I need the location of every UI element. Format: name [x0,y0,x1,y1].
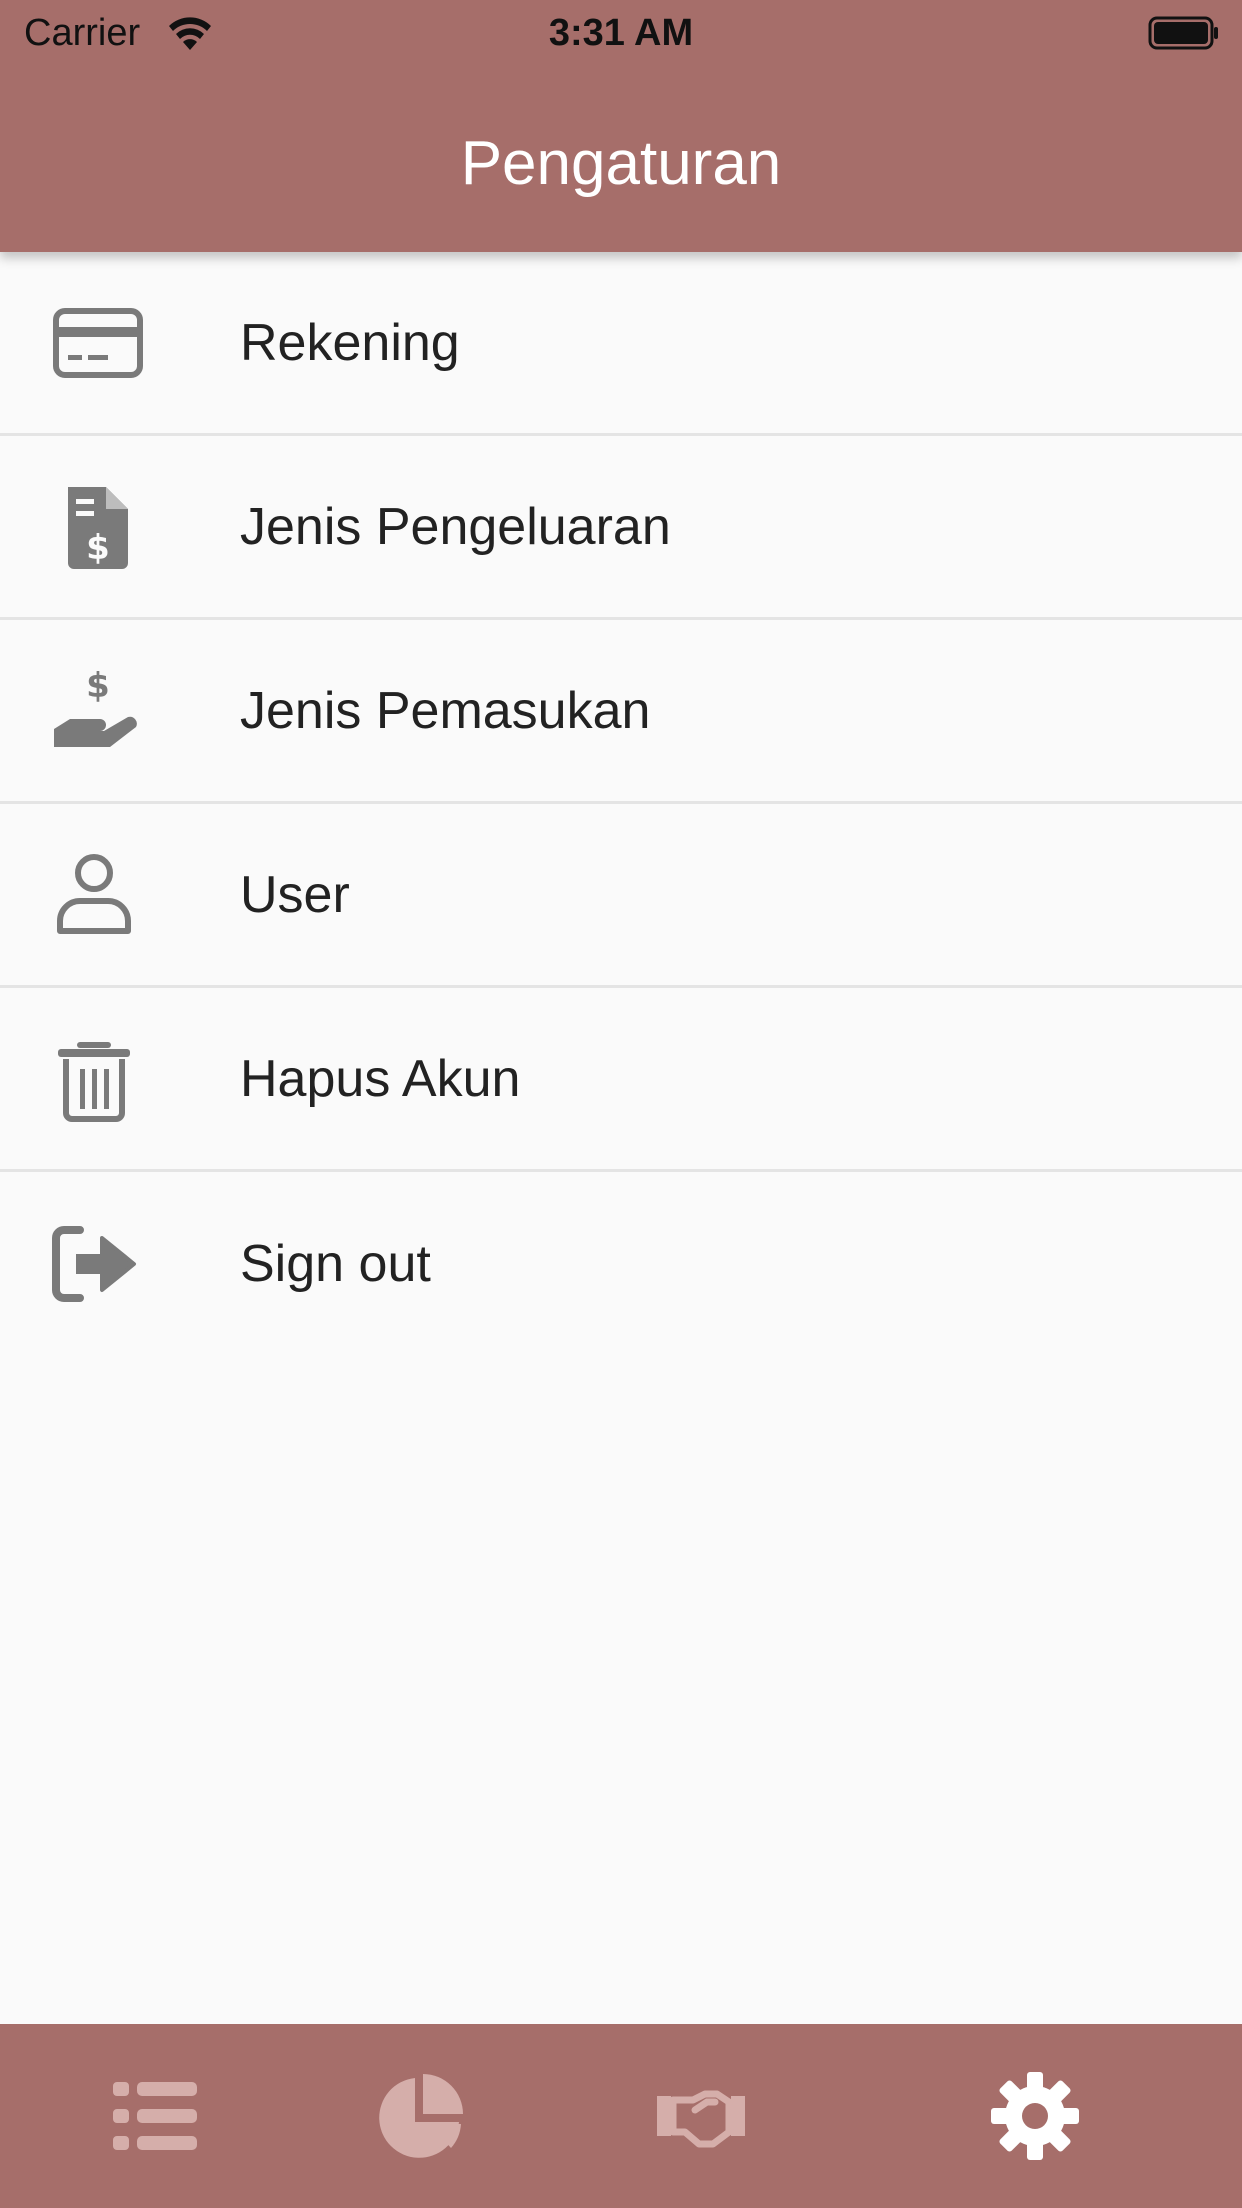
battery-icon [1148,16,1218,50]
menu-item-user[interactable]: User [0,804,1242,988]
app-header: Carrier 3:31 AM Pengaturan [0,0,1242,252]
menu-item-label: Rekening [240,313,460,372]
trash-icon [50,1031,146,1127]
menu-item-label: Hapus Akun [240,1049,521,1108]
tab-list[interactable] [0,2024,310,2208]
list-icon [113,2082,197,2150]
status-bar: Carrier 3:31 AM [0,0,1242,68]
bottom-tab-bar [0,2024,1242,2208]
menu-item-hapus-akun[interactable]: Hapus Akun [0,988,1242,1172]
tab-deals[interactable] [546,2024,856,2208]
status-time: 3:31 AM [548,12,694,54]
tab-settings[interactable] [880,2024,1190,2208]
settings-menu: Rekening $ Jenis Pengeluaran $ Jenis Pem… [0,252,1242,1356]
menu-item-rekening[interactable]: Rekening [0,252,1242,436]
credit-card-icon [50,295,146,391]
menu-item-label: Jenis Pengeluaran [240,497,671,556]
sign-out-icon [50,1216,146,1312]
hand-dollar-icon: $ [50,663,146,759]
invoice-dollar-icon: $ [50,479,146,575]
menu-item-jenis-pengeluaran[interactable]: $ Jenis Pengeluaran [0,436,1242,620]
pie-chart-icon [379,2074,463,2158]
svg-text:$: $ [86,666,110,706]
menu-item-sign-out[interactable]: Sign out [0,1172,1242,1356]
svg-text:$: $ [86,528,110,568]
gear-icon [991,2072,1079,2160]
user-icon [50,847,146,943]
settings-screen: Carrier 3:31 AM Pengaturan Rekening $ Je… [0,0,1242,2208]
menu-item-jenis-pemasukan[interactable]: $ Jenis Pemasukan [0,620,1242,804]
tab-chart[interactable] [266,2024,576,2208]
menu-item-label: Jenis Pemasukan [240,681,651,740]
menu-item-label: User [240,865,350,924]
menu-item-label: Sign out [240,1235,431,1293]
handshake-icon [657,2090,745,2148]
page-title: Pengaturan [460,129,782,198]
